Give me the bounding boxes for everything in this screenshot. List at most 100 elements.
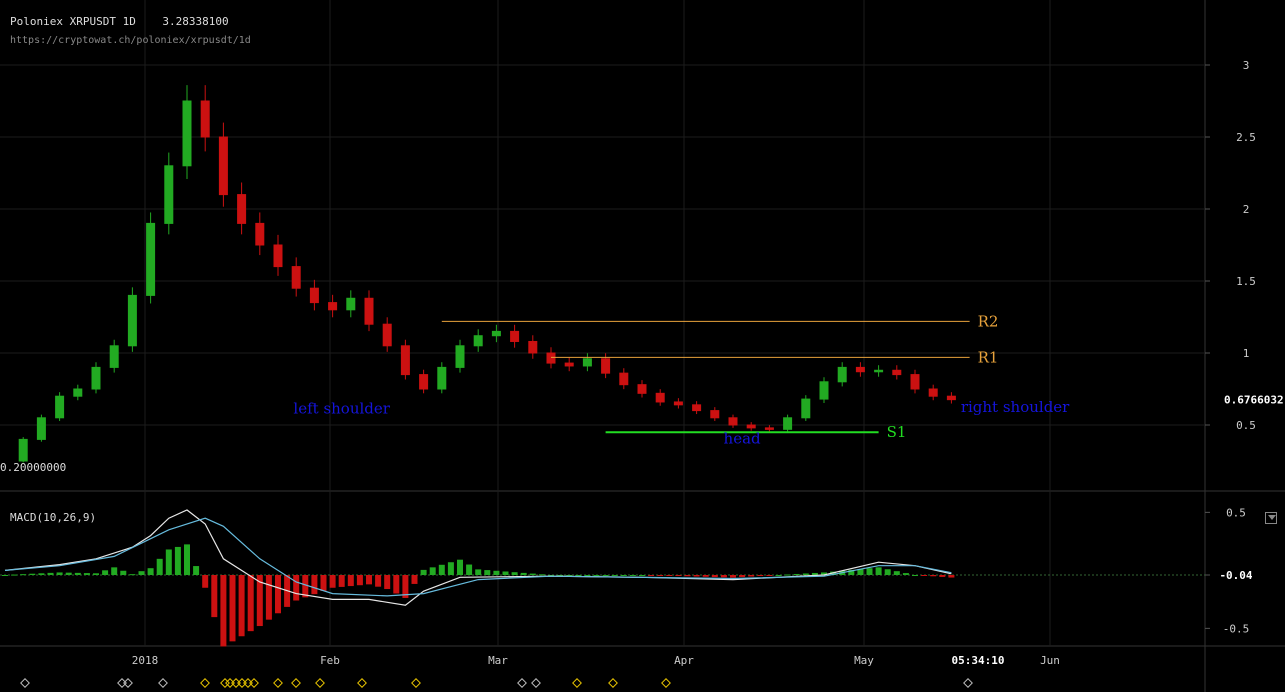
macd-histogram-bar xyxy=(948,575,955,578)
macd-histogram-bar xyxy=(912,575,918,576)
event-marker xyxy=(123,678,133,688)
macd-histogram-bar xyxy=(93,573,99,575)
macd-histogram-bar xyxy=(784,574,791,576)
y-tick-label: 2 xyxy=(1243,203,1250,216)
candle xyxy=(837,366,847,383)
macd-histogram-bar xyxy=(720,575,727,578)
candle xyxy=(673,401,683,406)
y-tick-label: 3 xyxy=(1243,59,1250,72)
candle xyxy=(400,345,410,376)
low-value: 0.20000000 xyxy=(0,461,67,474)
macd-histogram-bar xyxy=(802,573,809,575)
macd-histogram-bar xyxy=(275,575,281,614)
macd-histogram-bar xyxy=(393,575,400,594)
candle xyxy=(601,358,611,374)
candle xyxy=(946,395,956,401)
candle xyxy=(710,410,720,419)
macd-histogram-bar xyxy=(247,575,254,632)
macd-histogram-bar xyxy=(866,568,873,575)
event-marker xyxy=(20,678,30,688)
candle xyxy=(146,222,156,296)
macd-histogram-bar xyxy=(602,575,609,576)
candle xyxy=(546,352,556,364)
macd-histogram-bar xyxy=(447,562,454,575)
candle xyxy=(218,136,228,196)
candle xyxy=(109,345,119,368)
candle xyxy=(36,417,46,440)
macd-histogram-bar xyxy=(748,575,755,577)
level-label-s1: S1 xyxy=(887,423,907,441)
x-tick-label: May xyxy=(854,654,874,667)
time-label: 05:34:10 xyxy=(952,654,1005,667)
macd-histogram-bar xyxy=(466,564,473,575)
chart-canvas[interactable]: 2018 Feb Mar Apr May Jun 05:34:10 3 2.5 2 1.5 1 0.5 0… xyxy=(0,0,1285,692)
macd-histogram-bar xyxy=(757,575,764,577)
macd-histogram-bar xyxy=(429,567,436,575)
macd-histogram-bar xyxy=(930,575,937,577)
macd-histogram-bar xyxy=(629,575,636,576)
candle xyxy=(892,369,902,376)
candle xyxy=(928,388,938,397)
pair-title: Poloniex XRPUSDT 1D xyxy=(10,15,136,28)
macd-histogram-bar xyxy=(766,575,773,576)
macd-histogram-bar xyxy=(639,575,645,576)
candle xyxy=(564,362,574,367)
candle xyxy=(692,404,702,412)
macd-histogram-bar xyxy=(320,575,327,591)
macd-histogram-bar xyxy=(875,567,882,575)
macd-histogram-bar xyxy=(165,549,172,575)
macd-histogram-bar xyxy=(366,575,372,585)
macd-histogram-bar xyxy=(811,572,818,575)
event-marker xyxy=(572,678,582,688)
macd-histogram-bar xyxy=(684,575,691,577)
candle xyxy=(528,340,538,354)
macd-histogram-bar xyxy=(620,575,627,576)
macd-histogram-bar xyxy=(293,575,300,601)
macd-histogram-bar xyxy=(520,572,527,575)
x-tick-label: Jun xyxy=(1040,654,1060,667)
macd-settings-button[interactable] xyxy=(1265,512,1277,524)
macd-histogram-bar xyxy=(11,574,18,576)
macd-histogram-bar xyxy=(666,575,673,576)
candle xyxy=(728,417,738,426)
macd-histogram-bar xyxy=(793,573,800,575)
macd-histogram-bar xyxy=(584,575,591,576)
y-tick-label: 2.5 xyxy=(1236,131,1256,144)
candle xyxy=(473,335,483,347)
candle xyxy=(346,297,356,311)
candle xyxy=(619,372,629,386)
macd-histogram-bar xyxy=(893,571,900,575)
macd-histogram-bar xyxy=(265,575,272,620)
event-marker xyxy=(158,678,168,688)
macd-histogram-bar xyxy=(475,569,482,575)
event-marker xyxy=(273,678,283,688)
candle xyxy=(364,297,374,325)
macd-histogram-bar xyxy=(102,570,109,575)
candle xyxy=(200,100,210,138)
candle xyxy=(291,266,301,289)
event-marker xyxy=(243,678,253,688)
macd-histogram-bar xyxy=(384,575,391,590)
macd-histogram-bar xyxy=(648,575,655,576)
macd-histogram-bar xyxy=(2,575,8,576)
candle xyxy=(764,427,774,430)
candle xyxy=(382,323,392,347)
macd-histogram-bar xyxy=(38,573,45,575)
macd-y-tick-label: 0.5 xyxy=(1226,506,1246,519)
candle xyxy=(874,369,884,373)
candle xyxy=(182,100,192,167)
macd-histogram-bar xyxy=(411,575,418,584)
macd-histogram-bar xyxy=(575,575,582,576)
candle xyxy=(18,438,28,462)
event-marker xyxy=(315,678,325,688)
macd-y-tick-label: -0.5 xyxy=(1223,622,1250,635)
y-tick-label: 0.5 xyxy=(1236,419,1256,432)
level-label-r2: R2 xyxy=(978,312,999,330)
macd-histogram-bar xyxy=(711,575,718,578)
candle xyxy=(237,194,247,224)
event-marker xyxy=(661,678,671,688)
macd-line xyxy=(4,509,952,606)
macd-histogram-bar xyxy=(657,575,664,576)
macd-histogram-bar xyxy=(693,575,700,577)
macd-histogram-bar xyxy=(329,575,336,588)
